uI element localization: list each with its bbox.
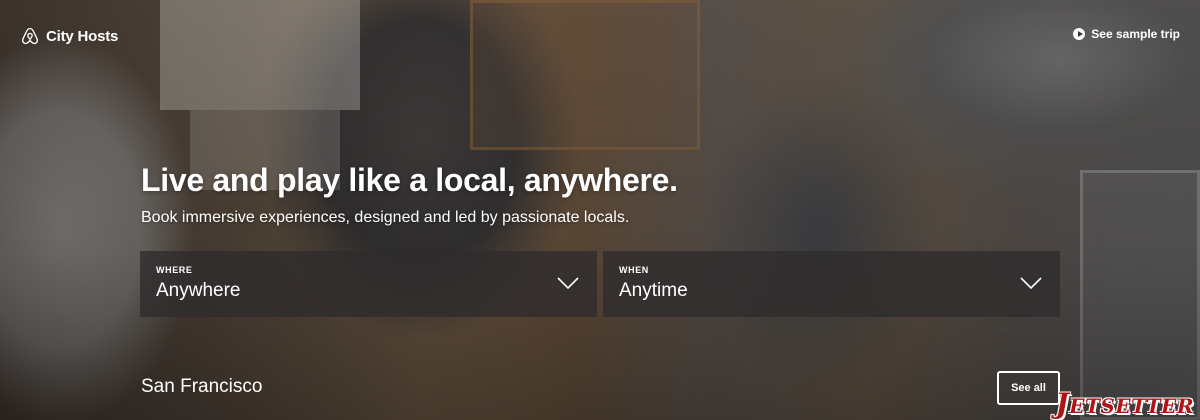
when-dropdown[interactable]: WHEN Anytime [603, 251, 1060, 317]
when-value: Anytime [619, 280, 688, 301]
play-icon [1073, 28, 1086, 40]
chevron-down-icon [1020, 277, 1042, 290]
hero-subhead: Book immersive experiences, designed and… [141, 209, 630, 226]
airbnb-belo-icon [21, 27, 39, 45]
brand-logo[interactable]: City Hosts [20, 26, 118, 46]
see-sample-trip-link[interactable]: See sample trip [1073, 27, 1180, 41]
city-name: San Francisco [141, 376, 263, 397]
when-label: WHEN [619, 265, 649, 275]
see-sample-trip-label: See sample trip [1091, 27, 1180, 41]
where-dropdown[interactable]: WHERE Anywhere [140, 251, 597, 317]
watermark-logo: Jetsetter [1055, 387, 1194, 420]
hero-headline: Live and play like a local, anywhere. [141, 162, 678, 198]
brand-name: City Hosts [46, 27, 119, 45]
where-label: WHERE [156, 265, 193, 275]
where-value: Anywhere [156, 280, 241, 301]
chevron-down-icon [557, 277, 579, 290]
see-all-button[interactable]: See all [997, 371, 1060, 405]
